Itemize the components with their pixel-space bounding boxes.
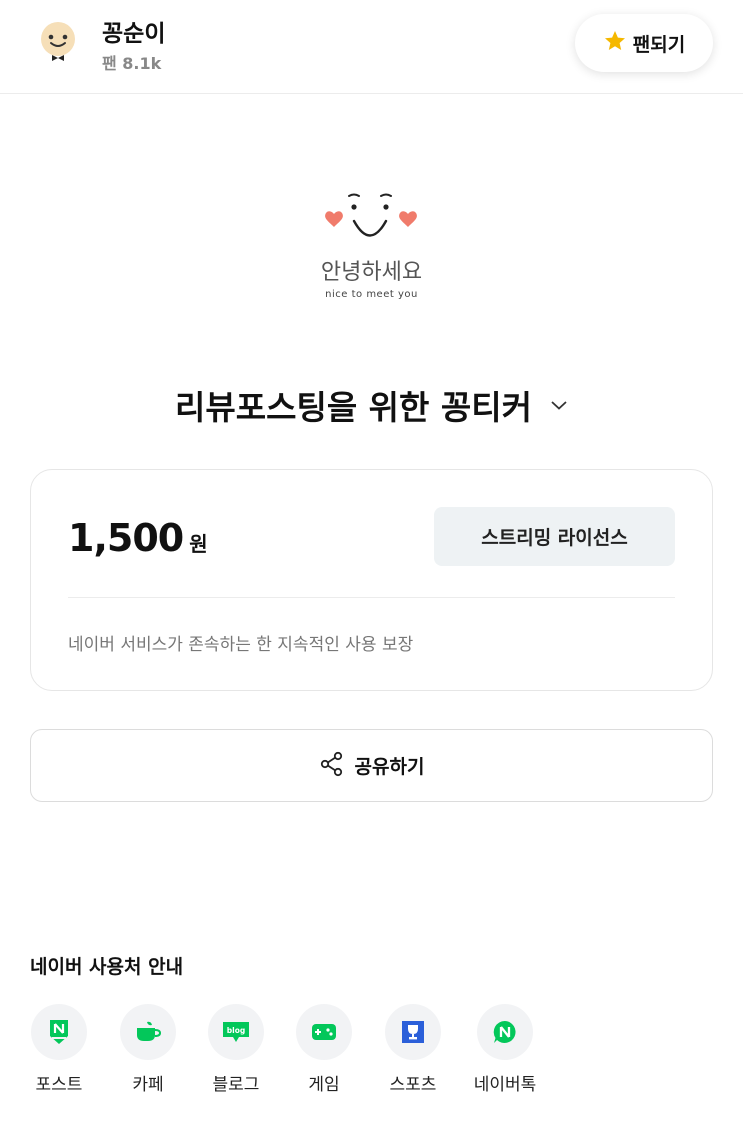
blog-icon-text: blog xyxy=(227,1026,245,1035)
price-unit: 원 xyxy=(189,532,208,556)
naver-usage-section-title: 네이버 사용처 안내 xyxy=(30,956,184,978)
price-card: 1,500 원 스트리밍 라이선스 네이버 서비스가 존속하는 한 지속적인 사용… xyxy=(30,469,713,691)
price: 1,500 원 xyxy=(68,516,208,560)
service-navertalk[interactable]: 네이버톡 xyxy=(465,1004,545,1095)
profile-header: 꽁순이 팬 8.1k 팬되기 xyxy=(0,0,743,94)
service-label: 블로그 xyxy=(212,1075,260,1095)
service-label: 카페 xyxy=(132,1075,164,1095)
fan-count: 팬 8.1k xyxy=(102,54,162,73)
navertalk-icon xyxy=(477,1004,533,1060)
price-value: 1,500 xyxy=(68,516,184,560)
divider xyxy=(68,597,675,598)
service-label: 게임 xyxy=(308,1075,340,1095)
creator-name[interactable]: 꽁순이 xyxy=(102,14,165,48)
sticker-title: 리뷰포스팅을 위한 꽁티커 xyxy=(175,388,532,427)
streaming-license-button[interactable]: 스트리밍 라이선스 xyxy=(434,507,675,566)
chevron-down-icon[interactable] xyxy=(550,396,568,415)
service-label: 네이버톡 xyxy=(473,1075,537,1095)
blog-icon: blog xyxy=(208,1004,264,1060)
become-fan-label: 팬되기 xyxy=(632,33,686,56)
service-blog[interactable]: blog 블로그 xyxy=(196,1004,276,1095)
cafe-icon xyxy=(120,1004,176,1060)
sports-icon xyxy=(385,1004,441,1060)
service-post[interactable]: 포스트 xyxy=(19,1004,99,1095)
sticker-subtitle-text: nice to meet you xyxy=(325,289,418,300)
service-sports[interactable]: 스포츠 xyxy=(373,1004,453,1095)
service-label: 스포츠 xyxy=(389,1075,437,1095)
post-icon xyxy=(31,1004,87,1060)
sticker-title-row[interactable]: 리뷰포스팅을 위한 꽁티커 xyxy=(0,378,743,432)
service-cafe[interactable]: 카페 xyxy=(108,1004,188,1095)
service-game[interactable]: 게임 xyxy=(284,1004,364,1095)
sticker-greeting-text: 안녕하세요 xyxy=(320,260,423,285)
share-button[interactable]: 공유하기 xyxy=(30,729,713,802)
sticker-preview: 안녕하세요 nice to meet you xyxy=(0,180,743,310)
star-icon xyxy=(603,29,627,57)
share-icon xyxy=(319,751,345,781)
share-label: 공유하기 xyxy=(354,756,425,778)
service-label: 포스트 xyxy=(35,1075,83,1095)
game-icon xyxy=(296,1004,352,1060)
become-fan-button[interactable]: 팬되기 xyxy=(575,14,713,72)
smiley-hearts-icon xyxy=(325,193,417,237)
avatar[interactable] xyxy=(36,18,80,62)
usage-guarantee-text: 네이버 서비스가 존속하는 한 지속적인 사용 보장 xyxy=(68,635,414,655)
